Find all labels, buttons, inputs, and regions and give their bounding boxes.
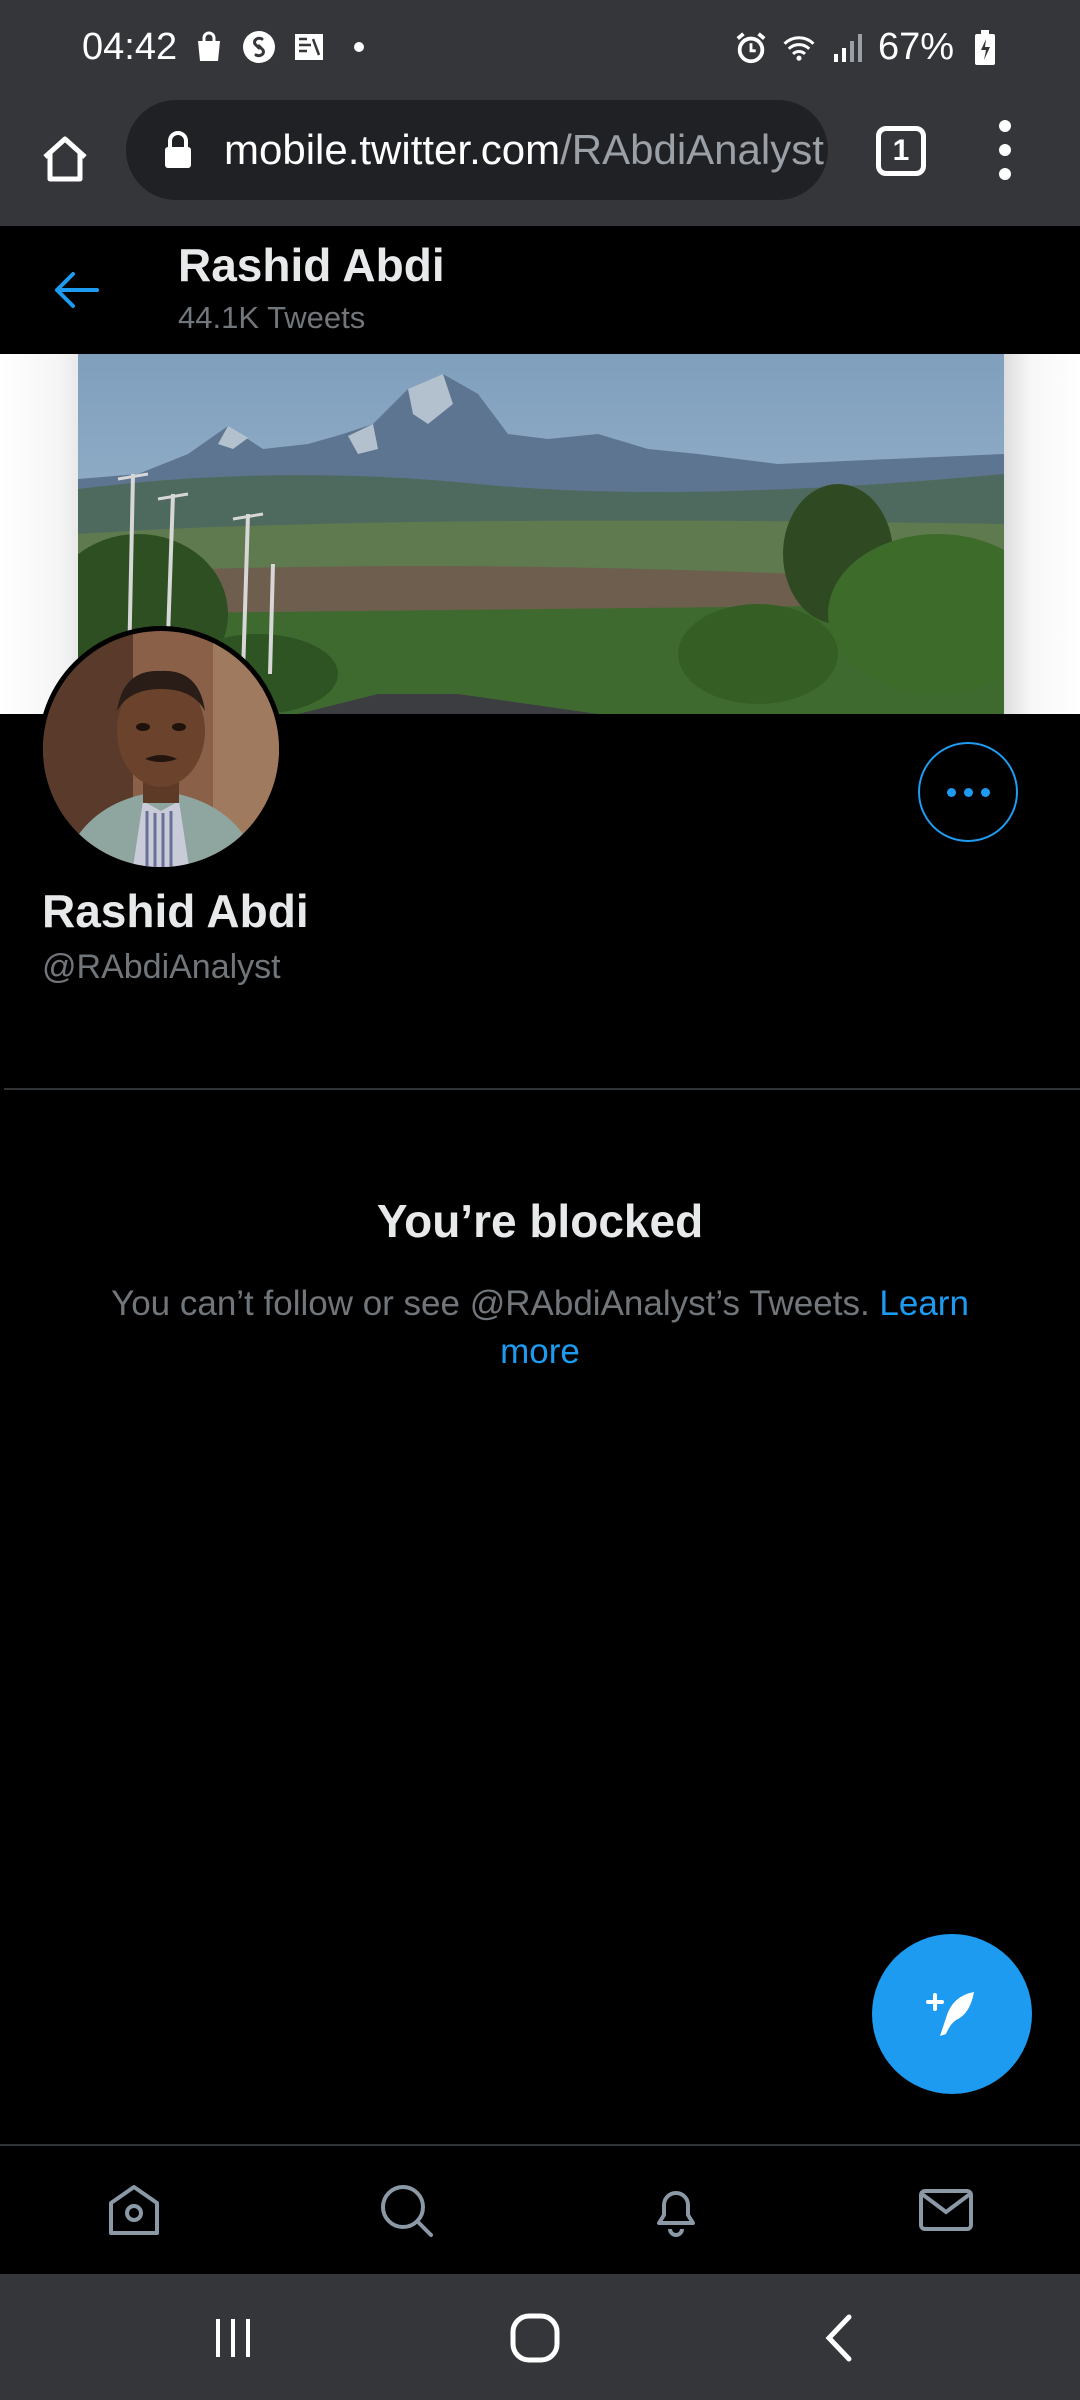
profile-header: Rashid Abdi 44.1K Tweets (0, 226, 1080, 354)
url-path: /RAbdiAnalyst (560, 126, 824, 173)
address-bar[interactable]: mobile.twitter.com/RAbdiAnalyst (126, 100, 828, 200)
blocked-message: You can’t follow or see @RAbdiAnalyst’s … (80, 1280, 1000, 1376)
tweet-count: 44.1K Tweets (178, 300, 366, 335)
notification-icons (192, 30, 376, 64)
profile-handle: @RAbdiAnalyst (42, 948, 281, 986)
bottom-nav (0, 2144, 1080, 2272)
system-nav-bar (0, 2274, 1080, 2400)
search-icon (381, 2185, 433, 2237)
recents-icon (216, 2319, 250, 2357)
wifi-icon (782, 31, 816, 65)
url-text: mobile.twitter.com/RAbdiAnalyst (224, 126, 824, 174)
header-title: Rashid Abdi (178, 239, 445, 291)
nav-notifications[interactable] (642, 2176, 710, 2244)
back-nav-button[interactable] (804, 2308, 874, 2368)
browser-toolbar: mobile.twitter.com/RAbdiAnalyst 1 (0, 96, 1080, 226)
status-bar: 04:42 67% (0, 0, 1080, 96)
battery-icon (968, 29, 1002, 65)
compose-tweet-button[interactable] (872, 1934, 1032, 2094)
signal-icon (830, 31, 864, 65)
recents-button[interactable] (198, 2308, 268, 2368)
chevron-left-icon (825, 2314, 852, 2362)
home-circle-icon (510, 2313, 560, 2363)
divider (4, 1088, 1080, 1090)
gallery-icon (292, 30, 326, 64)
profile-name: Rashid Abdi (42, 885, 309, 937)
bell-icon (657, 2191, 695, 2237)
compose-feather-icon (926, 1992, 974, 2036)
back-arrow-icon (55, 272, 99, 308)
profile-avatar[interactable] (38, 626, 284, 872)
browser-menu-button[interactable] (990, 120, 1020, 180)
shazam-icon (242, 30, 276, 64)
nav-home[interactable] (100, 2176, 168, 2244)
alarm-icon (734, 31, 768, 65)
nav-search[interactable] (372, 2176, 440, 2244)
home-icon (43, 136, 87, 182)
home-nav-button[interactable] (500, 2308, 570, 2368)
tab-switcher-button[interactable]: 1 (876, 126, 926, 176)
blocked-message-text: You can’t follow or see @RAbdiAnalyst’s … (111, 1284, 880, 1323)
mail-icon (919, 2189, 973, 2231)
url-host: mobile.twitter.com (224, 126, 561, 173)
nav-messages[interactable] (912, 2176, 980, 2244)
battery-percent: 67% (877, 26, 954, 68)
lock-icon (160, 130, 196, 170)
more-options-button[interactable] (918, 742, 1018, 842)
system-icons: 67% (734, 26, 1002, 69)
dot-icon (342, 30, 376, 64)
status-time: 04:42 (82, 26, 178, 68)
shopping-bag-icon (192, 30, 226, 64)
back-button[interactable] (46, 260, 106, 320)
blocked-title: You’re blocked (376, 1195, 704, 1247)
home-icon (109, 2185, 159, 2235)
home-button[interactable] (30, 124, 100, 194)
